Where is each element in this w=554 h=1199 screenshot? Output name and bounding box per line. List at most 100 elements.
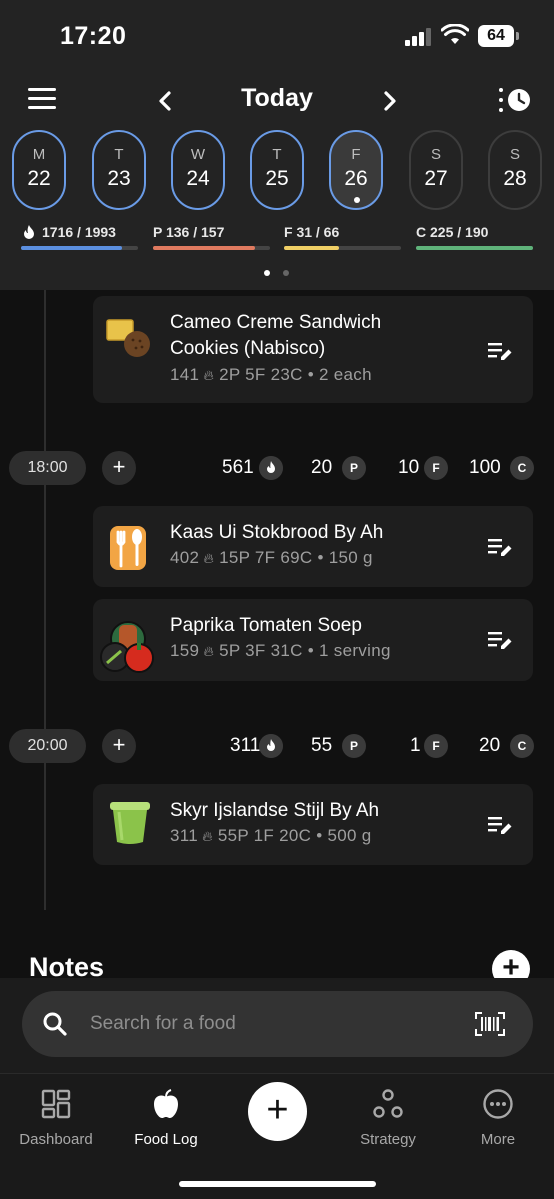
dashboard-icon bbox=[41, 1089, 71, 1119]
status-bar: 17:20 64 bbox=[0, 0, 554, 72]
strategy-icon bbox=[373, 1089, 403, 1118]
edit-entry-icon[interactable] bbox=[487, 814, 513, 836]
tab-more[interactable]: More bbox=[443, 1088, 553, 1148]
tab-food-log[interactable]: Food Log bbox=[111, 1088, 221, 1148]
edit-entry-icon[interactable] bbox=[487, 340, 513, 362]
history-clock-icon[interactable] bbox=[497, 86, 533, 114]
calories-label: 1716 / 1993 bbox=[42, 224, 116, 240]
meal-time-row-1800: 18:00 + 561 20 P 10 F 100 C bbox=[0, 451, 554, 487]
food-meta: 402 🔥︎ 15P 7F 69C • 150 g bbox=[170, 548, 373, 568]
wifi-icon bbox=[441, 24, 469, 44]
fat-badge: F bbox=[424, 734, 448, 758]
protein-progress-bar bbox=[153, 246, 270, 250]
food-macros: 5P 3F 31C • 1 serving bbox=[219, 641, 391, 660]
search-section bbox=[0, 978, 554, 1073]
food-entry-cameo[interactable]: Cameo Creme Sandwich Cookies (Nabisco) 1… bbox=[93, 296, 533, 403]
flame-icon bbox=[259, 456, 283, 480]
fat-progress-bar bbox=[284, 246, 401, 250]
food-name: Paprika Tomaten Soep bbox=[170, 615, 362, 636]
protein-label: P 136 / 157 bbox=[153, 224, 225, 240]
meal-time-pill[interactable]: 18:00 bbox=[9, 451, 86, 485]
food-macros: 55P 1F 20C • 500 g bbox=[217, 826, 372, 845]
search-icon bbox=[43, 1012, 67, 1036]
food-name: Kaas Ui Stokbrood By Ah bbox=[170, 522, 384, 543]
cookie-icon bbox=[106, 319, 150, 357]
cellular-signal-icon bbox=[405, 28, 433, 46]
tab-label: Food Log bbox=[134, 1131, 198, 1148]
food-entry-kaas[interactable]: Kaas Ui Stokbrood By Ah 402 🔥︎ 15P 7F 69… bbox=[93, 506, 533, 587]
meal-kcal: 561 bbox=[222, 457, 254, 478]
week-day-selector: M 22 T 23 W 24 T 25 F 26 S 27 S 28 bbox=[12, 130, 554, 210]
day-friday[interactable]: F 26 bbox=[329, 130, 383, 210]
day-letter: T bbox=[272, 146, 282, 163]
meal-time-row-2000: 20:00 + 311 55 P 1 F 20 C bbox=[0, 729, 554, 765]
tab-label: More bbox=[480, 1131, 516, 1148]
meal-fat: 10 bbox=[398, 457, 420, 478]
meal-protein: 20 bbox=[311, 457, 333, 478]
food-name-line1: Cameo Creme Sandwich bbox=[170, 312, 382, 333]
food-kcal: 141 bbox=[170, 365, 200, 384]
protein-summary: P 136 / 157 bbox=[153, 224, 270, 250]
top-panel: 17:20 64 Today M 22 T 23 W 24 T 25 F 26 … bbox=[0, 0, 554, 290]
day-wednesday[interactable]: W 24 bbox=[171, 130, 225, 210]
carbs-progress-bar bbox=[416, 246, 533, 250]
food-entry-paprika[interactable]: Paprika Tomaten Soep 159 🔥︎ 5P 3F 31C • … bbox=[93, 599, 533, 681]
fat-badge: F bbox=[424, 456, 448, 480]
tab-strategy[interactable]: Strategy bbox=[333, 1088, 443, 1148]
edit-entry-icon[interactable] bbox=[487, 536, 513, 558]
day-number: 25 bbox=[265, 167, 289, 190]
day-saturday[interactable]: S 27 bbox=[409, 130, 463, 210]
search-input[interactable] bbox=[90, 1010, 450, 1038]
add-food-button[interactable]: + bbox=[102, 451, 136, 485]
food-meta: 311 🔥︎ 55P 1F 20C • 500 g bbox=[170, 826, 372, 846]
day-letter: F bbox=[351, 146, 361, 163]
battery-indicator: 64 bbox=[478, 25, 519, 47]
fat-label: F 31 / 66 bbox=[284, 224, 340, 240]
tab-label: Dashboard bbox=[19, 1131, 93, 1148]
flame-icon: 🔥︎ bbox=[198, 828, 213, 844]
protein-badge: P bbox=[342, 456, 366, 480]
next-day-button[interactable] bbox=[375, 84, 405, 118]
food-meta: 159 🔥︎ 5P 3F 31C • 1 serving bbox=[170, 641, 391, 661]
protein-badge: P bbox=[342, 734, 366, 758]
day-number: 27 bbox=[424, 167, 448, 190]
macro-summary: 1716 / 1993 P 136 / 157 F 31 / 66 C 225 … bbox=[0, 224, 554, 254]
meal-kcal: 311 bbox=[230, 735, 261, 756]
carbs-label: C 225 / 190 bbox=[416, 224, 489, 240]
carbs-summary: C 225 / 190 bbox=[416, 224, 533, 250]
previous-day-button[interactable] bbox=[150, 84, 180, 118]
calories-progress-bar bbox=[21, 246, 138, 250]
day-number: 23 bbox=[107, 167, 131, 190]
tab-dashboard[interactable]: Dashboard bbox=[1, 1088, 111, 1148]
edit-entry-icon[interactable] bbox=[487, 629, 513, 651]
menu-icon[interactable] bbox=[28, 88, 56, 110]
page-title[interactable]: Today bbox=[200, 84, 354, 113]
day-tuesday[interactable]: T 23 bbox=[92, 130, 146, 210]
carbs-badge: C bbox=[510, 734, 534, 758]
quick-add-button[interactable]: + bbox=[248, 1082, 307, 1141]
add-food-button[interactable]: + bbox=[102, 729, 136, 763]
calories-summary: 1716 / 1993 bbox=[21, 224, 138, 250]
day-number: 24 bbox=[186, 167, 210, 190]
utensils-icon bbox=[110, 526, 146, 570]
food-name-line2: Cookies (Nabisco) bbox=[170, 338, 326, 359]
meal-time-pill[interactable]: 20:00 bbox=[9, 729, 86, 763]
selected-day-dot bbox=[354, 197, 360, 203]
page-indicator[interactable] bbox=[264, 270, 294, 278]
barcode-scan-icon[interactable] bbox=[475, 1012, 505, 1036]
day-thursday[interactable]: T 25 bbox=[250, 130, 304, 210]
food-name: Cameo Creme Sandwich Cookies (Nabisco) bbox=[170, 310, 381, 362]
day-sunday[interactable]: S 28 bbox=[488, 130, 542, 210]
day-letter: S bbox=[430, 146, 441, 163]
food-entry-skyr[interactable]: Skyr Ijslandse Stijl By Ah 311 🔥︎ 55P 1F… bbox=[93, 784, 533, 865]
day-letter: T bbox=[114, 146, 124, 163]
day-number: 26 bbox=[344, 167, 368, 190]
day-monday[interactable]: M 22 bbox=[12, 130, 66, 210]
flame-icon bbox=[259, 734, 283, 758]
food-name: Skyr Ijslandse Stijl By Ah bbox=[170, 800, 380, 821]
tab-label: Strategy bbox=[360, 1131, 416, 1148]
day-number: 28 bbox=[503, 167, 527, 190]
more-icon bbox=[483, 1089, 513, 1119]
bottom-tab-bar: Dashboard Food Log + Strategy More bbox=[0, 1073, 554, 1199]
search-bar[interactable] bbox=[22, 991, 533, 1057]
